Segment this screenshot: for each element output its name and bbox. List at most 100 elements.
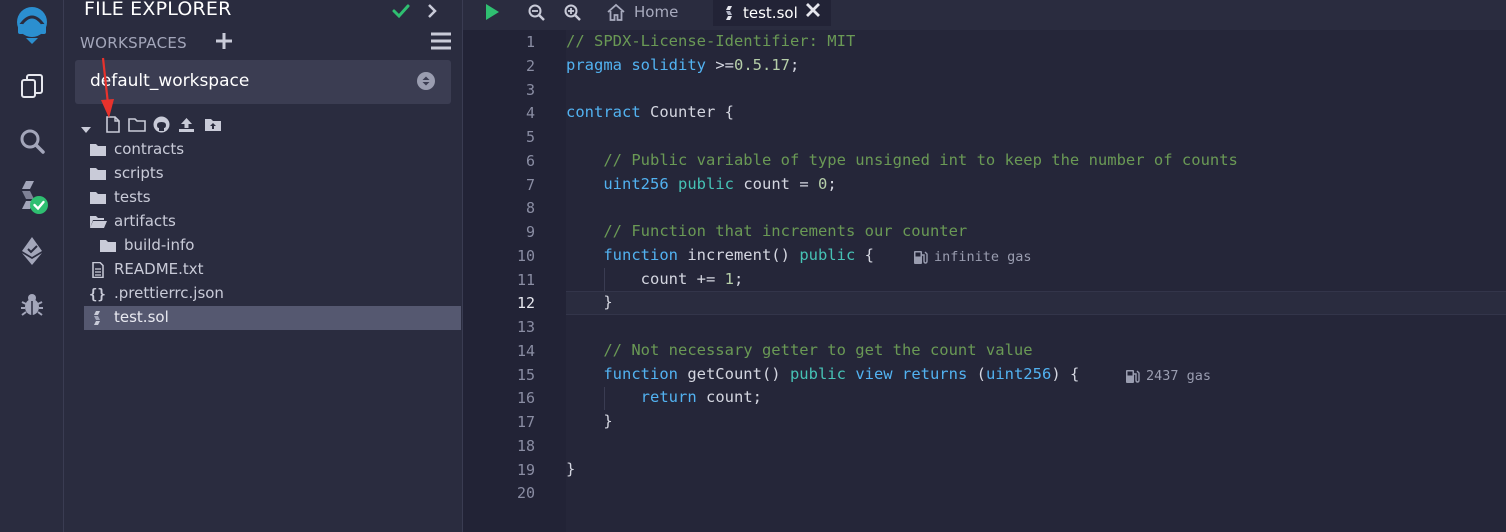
close-tab-icon[interactable] xyxy=(805,2,821,22)
tree-item-build-info[interactable]: build-info xyxy=(84,234,461,258)
deploy-run-icon[interactable] xyxy=(0,231,63,271)
new-folder-icon[interactable] xyxy=(128,117,146,136)
solidity-icon xyxy=(726,6,732,20)
line-number: 19 xyxy=(516,461,535,479)
svg-text:{}: {} xyxy=(89,287,106,302)
select-updown-icon xyxy=(417,72,435,90)
solidity-icon xyxy=(94,311,100,325)
line-number: 4 xyxy=(525,104,535,122)
code-line: } xyxy=(566,293,613,311)
tree-item-readme[interactable]: README.txt xyxy=(84,258,461,282)
caret-down-icon[interactable] xyxy=(80,120,92,139)
annotation-arrow-icon xyxy=(97,56,117,126)
icon-rail xyxy=(0,0,64,532)
panel-title: FILE EXPLORER xyxy=(84,0,232,20)
line-number: 11 xyxy=(516,271,535,289)
line-number: 16 xyxy=(516,389,535,407)
code-line: function getCount() public view returns … xyxy=(603,365,1080,383)
remix-logo-icon[interactable] xyxy=(0,2,63,46)
folder-open-icon xyxy=(90,216,107,228)
gas-estimate-text: infinite gas xyxy=(934,249,1032,265)
line-number: 13 xyxy=(516,318,535,336)
workspace-select[interactable]: default_workspace xyxy=(75,60,451,104)
line-number: 9 xyxy=(525,223,535,241)
gas-pump-icon xyxy=(1126,369,1140,383)
gas-pump-icon xyxy=(914,250,928,264)
gas-estimate-hint: 2437 gas xyxy=(1125,368,1211,384)
tree-item-prettierrc[interactable]: {} .prettierrc.json xyxy=(84,282,461,306)
current-line-highlight xyxy=(566,291,1506,315)
tree-item-label: tests xyxy=(114,188,151,206)
code-line: function increment() public { xyxy=(603,246,874,264)
line-number: 18 xyxy=(516,437,535,455)
line-number: 2 xyxy=(525,57,535,75)
folder-icon xyxy=(100,240,116,252)
file-text-icon xyxy=(92,262,104,278)
code-line: // Not necessary getter to get the count… xyxy=(603,341,1033,359)
code-line: return count; xyxy=(640,388,762,406)
tree-item-label: scripts xyxy=(114,164,164,182)
folder-icon xyxy=(90,192,106,204)
line-number: 3 xyxy=(525,81,535,99)
solidity-compiler-icon[interactable] xyxy=(0,177,63,217)
run-play-icon[interactable] xyxy=(481,0,503,24)
tree-item-contracts[interactable]: contracts xyxy=(84,138,461,162)
folder-icon xyxy=(90,168,106,180)
tree-item-label: build-info xyxy=(124,236,195,254)
upload-folder-icon[interactable] xyxy=(204,117,222,136)
code-line: } xyxy=(566,412,613,430)
line-number-current: 12 xyxy=(516,294,535,312)
editor-area: Home test.sol 1 2 3 4 5 6 7 8 9 10 11 12… xyxy=(463,0,1506,532)
code-line: pragma solidity >=0.5.17; xyxy=(566,56,800,74)
code-line: contract Counter { xyxy=(566,103,734,121)
tree-item-scripts[interactable]: scripts xyxy=(84,162,461,186)
tree-item-label: artifacts xyxy=(114,212,176,230)
line-number: 8 xyxy=(525,199,535,217)
tab-test-sol-label: test.sol xyxy=(743,4,798,22)
tree-item-label: README.txt xyxy=(114,260,204,278)
home-icon xyxy=(607,3,625,21)
github-icon[interactable] xyxy=(153,116,170,137)
chevron-right-icon[interactable] xyxy=(424,2,440,24)
tab-bar: Home test.sol xyxy=(463,0,1506,30)
file-explorer-icon[interactable] xyxy=(0,66,63,106)
tree-item-tests[interactable]: tests xyxy=(84,186,461,210)
code-line: // Function that increments our counter xyxy=(603,222,968,240)
line-number: 20 xyxy=(516,484,535,502)
hamburger-menu-icon[interactable] xyxy=(430,32,452,54)
json-braces-icon: {} xyxy=(89,287,106,302)
code-line: uint256 public count = 0; xyxy=(603,175,837,193)
zoom-out-icon[interactable] xyxy=(525,0,547,24)
code-line: count += 1; xyxy=(566,270,744,288)
workspaces-label: WORKSPACES xyxy=(80,34,187,52)
line-number: 17 xyxy=(516,413,535,431)
code-line: } xyxy=(566,460,576,478)
zoom-in-icon[interactable] xyxy=(561,0,583,24)
line-number: 6 xyxy=(525,152,535,170)
code-line: // SPDX-License-Identifier: MIT xyxy=(566,32,856,50)
checkmark-icon xyxy=(391,1,411,25)
line-number: 14 xyxy=(516,342,535,360)
tree-item-label: .prettierrc.json xyxy=(114,284,224,302)
tab-test-sol[interactable]: test.sol xyxy=(713,0,831,26)
gas-estimate-hint: infinite gas xyxy=(913,249,1032,265)
upload-icon[interactable] xyxy=(178,116,195,137)
line-number: 1 xyxy=(525,33,535,51)
tab-home[interactable]: Home xyxy=(606,0,678,24)
debugger-bug-icon[interactable] xyxy=(0,285,63,325)
line-number: 15 xyxy=(516,366,535,384)
code-line: // Public variable of type unsigned int … xyxy=(603,151,1238,169)
line-number: 5 xyxy=(525,128,535,146)
tree-item-label: contracts xyxy=(114,140,185,158)
folder-icon xyxy=(90,144,106,156)
tree-item-test-sol[interactable]: test.sol xyxy=(84,306,461,330)
add-workspace-plus-icon[interactable] xyxy=(214,31,234,55)
line-number: 10 xyxy=(516,247,535,265)
line-number: 7 xyxy=(525,176,535,194)
tree-item-label: test.sol xyxy=(114,308,169,326)
gas-estimate-text: 2437 gas xyxy=(1146,368,1212,384)
tree-item-artifacts[interactable]: artifacts xyxy=(84,210,461,234)
tab-home-label: Home xyxy=(634,3,679,21)
file-explorer-panel: FILE EXPLORER WORKSPACES default_workspa… xyxy=(64,0,463,532)
search-icon[interactable] xyxy=(0,121,63,161)
